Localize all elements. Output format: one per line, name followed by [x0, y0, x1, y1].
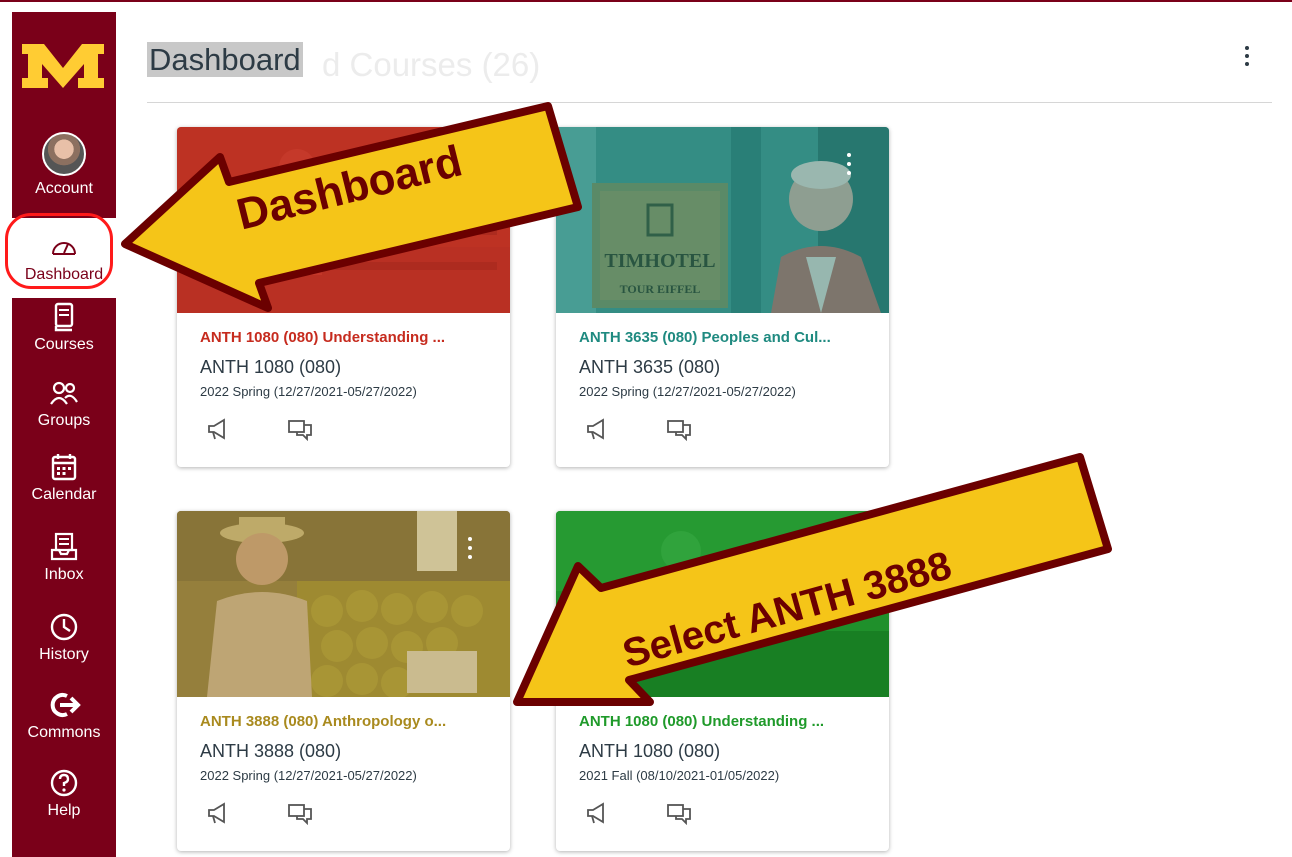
course-card-1-title[interactable]: ANTH 1080 (080) Understanding ... — [200, 329, 445, 346]
global-nav-sidebar: Account Dashboard Courses Groups Calenda — [12, 12, 116, 857]
header-divider — [147, 102, 1272, 103]
nav-history[interactable]: History — [12, 610, 116, 664]
course-card-1-code: ANTH 1080 (080) — [200, 357, 342, 377]
course-card-1-term: 2022 Spring (12/27/2021-05/27/2022) — [200, 384, 417, 399]
discussions-icon[interactable] — [666, 417, 692, 441]
nav-account[interactable]: Account — [12, 132, 116, 198]
course-card-2-menu-icon[interactable] — [847, 153, 855, 180]
course-card-3-code: ANTH 3888 (080) — [200, 741, 342, 761]
nav-calendar-label: Calendar — [31, 486, 97, 503]
course-card-3-image[interactable] — [177, 511, 510, 697]
nav-groups[interactable]: Groups — [12, 376, 116, 430]
nav-inbox-label: Inbox — [44, 566, 84, 583]
course-card-4-term: 2021 Fall (08/10/2021-01/05/2022) — [579, 768, 780, 783]
nav-commons[interactable]: Commons — [12, 688, 116, 742]
discussions-icon[interactable] — [666, 801, 692, 825]
nav-groups-label: Groups — [37, 412, 91, 429]
page-title-text: Dashboard — [147, 42, 303, 77]
nav-help[interactable]: Help — [12, 766, 116, 820]
nav-history-label: History — [39, 646, 89, 663]
nav-inbox[interactable]: Inbox — [12, 530, 116, 584]
university-logo[interactable] — [20, 38, 106, 92]
account-avatar — [42, 132, 86, 176]
question-icon — [47, 766, 81, 800]
nav-account-label: Account — [35, 180, 93, 197]
nav-courses[interactable]: Courses — [12, 300, 116, 354]
book-icon — [47, 300, 81, 334]
course-card-4[interactable]: ANTH 1080 (080) Understanding ... ANTH 1… — [556, 511, 889, 851]
course-card-1-image[interactable] — [177, 127, 510, 313]
announcements-icon[interactable] — [584, 801, 610, 825]
course-card-3-term: 2022 Spring (12/27/2021-05/27/2022) — [200, 768, 417, 783]
course-card-3[interactable]: ANTH 3888 (080) Anthropology o... ANTH 3… — [177, 511, 510, 851]
nav-commons-label: Commons — [27, 724, 101, 741]
clock-icon — [47, 610, 81, 644]
nav-calendar[interactable]: Calendar — [12, 450, 116, 504]
nav-help-label: Help — [47, 802, 81, 819]
canvas-window: Account Dashboard Courses Groups Calenda — [0, 0, 1292, 857]
arrow-right-icon — [47, 688, 81, 722]
dashboard-options-icon[interactable] — [1242, 46, 1252, 72]
course-card-4-code: ANTH 1080 (080) — [579, 741, 721, 761]
course-card-2-term: 2022 Spring (12/27/2021-05/27/2022) — [579, 384, 796, 399]
course-card-2-title[interactable]: ANTH 3635 (080) Peoples and Cul... — [579, 329, 831, 346]
course-card-2-image[interactable]: TIMHOTEL TOUR EIFFEL — [556, 127, 889, 313]
course-card-2-code: ANTH 3635 (080) — [579, 357, 721, 377]
inbox-icon — [47, 530, 81, 564]
dashboard-highlight-ring — [5, 213, 113, 289]
discussions-icon[interactable] — [287, 801, 313, 825]
announcements-icon[interactable] — [205, 417, 231, 441]
discussions-icon[interactable] — [287, 417, 313, 441]
ghost-page-title: d Courses (26) — [322, 46, 541, 83]
course-card-4-title[interactable]: ANTH 1080 (080) Understanding ... — [579, 713, 824, 730]
people-icon — [47, 376, 81, 410]
calendar-icon — [47, 450, 81, 484]
nav-courses-label: Courses — [34, 336, 94, 353]
course-card-2[interactable]: TIMHOTEL TOUR EIFFEL ANTH 3635 (080) Peo… — [556, 127, 889, 467]
course-card-3-menu-icon[interactable] — [468, 537, 476, 564]
course-card-3-title[interactable]: ANTH 3888 (080) Anthropology o... — [200, 713, 446, 730]
announcements-icon[interactable] — [584, 417, 610, 441]
announcements-icon[interactable] — [205, 801, 231, 825]
page-title: Dashboard — [147, 42, 303, 78]
